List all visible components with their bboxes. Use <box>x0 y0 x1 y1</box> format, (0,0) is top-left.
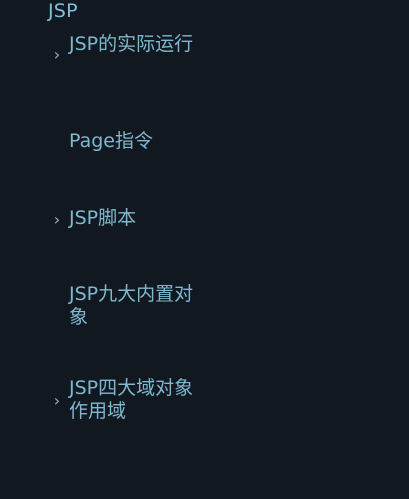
section-title: JSP <box>48 0 78 22</box>
chevron-right-icon[interactable]: › <box>52 46 62 64</box>
sidebar-item-jsp-scope-objects[interactable]: › JSP四大域对象作用域 <box>0 377 300 429</box>
sidebar-item-jsp-implicit-objects[interactable]: JSP九大内置对象 <box>0 282 300 332</box>
sidebar-item-jsp-script[interactable]: › JSP脚本 <box>0 206 300 234</box>
sidebar-item-label: JSP四大域对象作用域 <box>69 377 194 422</box>
sidebar-tree: › JSP › JSP的实际运行 Page指令 › JSP脚本 JSP九大内置对… <box>0 0 409 499</box>
sidebar-item-label: JSP九大内置对象 <box>69 283 194 328</box>
chevron-right-icon[interactable]: › <box>52 392 62 410</box>
sidebar-item-label: Page指令 <box>69 130 153 152</box>
sidebar-item-page-directive[interactable]: Page指令 <box>0 128 300 156</box>
sidebar-item-label: JSP的实际运行 <box>69 33 194 55</box>
chevron-down-icon[interactable]: › <box>32 0 46 6</box>
sidebar-item-label: JSP脚本 <box>69 207 137 229</box>
sidebar-item-jsp-runtime[interactable]: › JSP的实际运行 <box>0 32 300 80</box>
chevron-right-icon[interactable]: › <box>52 211 62 229</box>
